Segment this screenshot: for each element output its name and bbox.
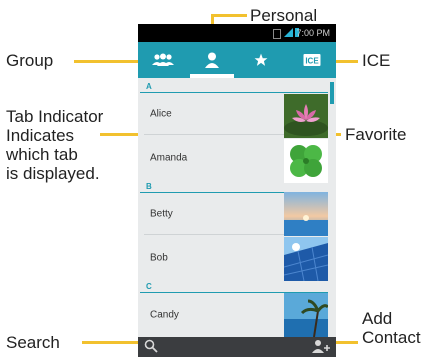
label-tab-indicator-line2: Indicates	[6, 126, 75, 145]
section-letter: B	[146, 182, 152, 191]
ice-icon: ICE	[303, 54, 320, 66]
label-tab-indicator-title: Tab Indicator	[6, 107, 104, 126]
tab-group[interactable]	[138, 42, 187, 78]
tab-personal[interactable]	[187, 42, 236, 78]
contact-name: Bob	[150, 252, 168, 264]
sim-icon	[273, 29, 281, 39]
label-ice: ICE	[362, 51, 391, 70]
label-personal: Personal	[250, 6, 318, 25]
section-letter: A	[146, 82, 152, 91]
label-tab-indicator-line4: is displayed.	[6, 164, 100, 183]
contact-photo-lotus	[284, 94, 328, 138]
label-add: Add	[362, 309, 393, 328]
tab-favorite[interactable]	[236, 42, 285, 78]
contact-photo-clover	[284, 139, 328, 183]
status-time: 7:00 PM	[296, 28, 330, 38]
contact-list[interactable]: A Alice Amanda B Betty Bob C Candy	[138, 78, 336, 337]
label-search: Search	[6, 333, 60, 352]
label-tab-indicator-line3: which tab	[6, 145, 78, 164]
star-icon	[254, 53, 267, 66]
contact-photo-solar-panel	[284, 237, 328, 281]
label-group: Group	[6, 51, 54, 70]
label-favorite: Favorite	[345, 125, 407, 144]
ice-icon-text: ICE	[305, 57, 319, 66]
callout-line-search	[82, 341, 144, 344]
tab-bar: ICE	[138, 42, 336, 78]
add-contact-icon	[312, 340, 330, 353]
bottom-bar	[138, 337, 336, 357]
contact-photo-beach	[284, 293, 328, 337]
section-header-c: C	[140, 280, 328, 293]
search-icon	[144, 339, 158, 353]
scrollbar[interactable]	[330, 82, 334, 104]
group-icon	[151, 53, 174, 66]
person-icon	[204, 52, 219, 68]
status-bar: 7:00 PM	[138, 24, 336, 42]
signal-icon	[284, 28, 293, 37]
contact-photo-sunset	[284, 192, 328, 236]
phone-screen: 7:00 PM ICE A Alice Amanda B Betty Bob C…	[138, 24, 336, 357]
callout-line-group	[74, 60, 146, 63]
contact-name: Alice	[150, 108, 172, 120]
search-button[interactable]	[144, 339, 160, 355]
section-letter: C	[146, 282, 152, 291]
section-header-a: A	[140, 80, 328, 93]
label-contact: Contact	[362, 328, 421, 347]
contact-name: Betty	[150, 208, 173, 220]
tab-ice[interactable]: ICE	[287, 42, 336, 78]
contact-name: Candy	[150, 309, 179, 321]
callout-line-personal-h	[211, 14, 247, 17]
add-contact-button[interactable]	[312, 339, 330, 355]
contact-name: Amanda	[150, 152, 188, 164]
